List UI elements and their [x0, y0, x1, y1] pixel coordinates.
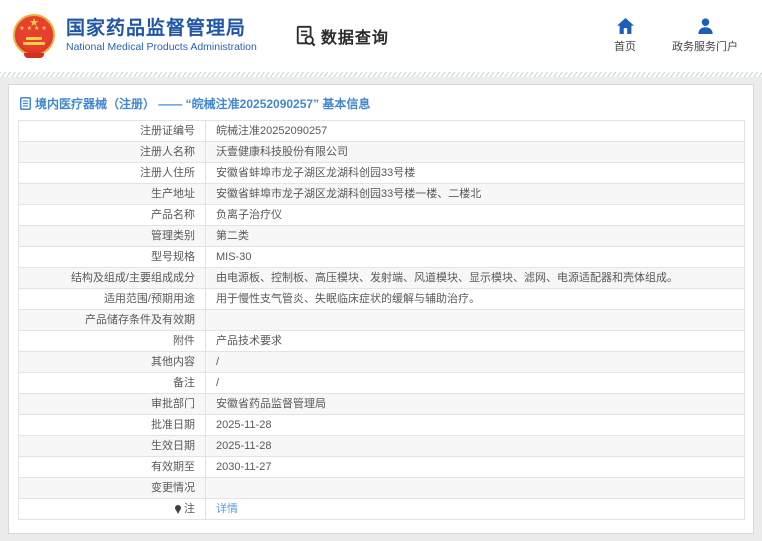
table-row: 备注/ — [19, 373, 745, 394]
row-label: 其他内容 — [19, 352, 206, 373]
row-value: / — [206, 352, 745, 373]
row-value: 产品技术要求 — [206, 331, 745, 352]
row-value: 2025-11-28 — [206, 415, 745, 436]
row-label: 管理类别 — [19, 226, 206, 247]
info-table-body: 注册证编号皖械注准20252090257注册人名称沃壹健康科技股份有限公司注册人… — [19, 121, 745, 520]
registration-info-table: 注册证编号皖械注准20252090257注册人名称沃壹健康科技股份有限公司注册人… — [18, 120, 745, 520]
row-label: 型号规格 — [19, 247, 206, 268]
nav-item-label: 政务服务门户 — [672, 38, 738, 54]
pin-icon — [175, 505, 181, 511]
table-row: 产品名称负离子治疗仪 — [19, 205, 745, 226]
row-label: 适用范围/预期用途 — [19, 289, 206, 310]
table-row: 产品储存条件及有效期 — [19, 310, 745, 331]
nav-item-label: 首页 — [614, 38, 636, 54]
breadcrumb: 境内医疗器械（注册） —— “皖械注准20252090257” 基本信息 — [9, 85, 753, 120]
table-row: 附件产品技术要求 — [19, 331, 745, 352]
row-label: 注 — [19, 499, 206, 520]
nav-item-home[interactable]: 首页 — [614, 18, 636, 54]
row-value: 安徽省药品监督管理局 — [206, 394, 745, 415]
row-value: 负离子治疗仪 — [206, 205, 745, 226]
row-value: MIS-30 — [206, 247, 745, 268]
row-label: 结构及组成/主要组成成分 — [19, 268, 206, 289]
table-row: 型号规格MIS-30 — [19, 247, 745, 268]
table-row: 变更情况 — [19, 478, 745, 499]
national-emblem-logo: ★ ★★★★ — [12, 13, 56, 59]
table-row: 有效期至2030-11-27 — [19, 457, 745, 478]
row-value: 详情 — [206, 499, 745, 520]
table-row: 适用范围/预期用途用于慢性支气管炎、失眠临床症状的缓解与辅助治疗。 — [19, 289, 745, 310]
row-label: 产品名称 — [19, 205, 206, 226]
org-title-block: 国家药品监督管理局 National Medical Products Admi… — [66, 18, 257, 54]
row-value: 安徽省蚌埠市龙子湖区龙湖科创园33号楼一楼、二楼北 — [206, 184, 745, 205]
document-icon — [20, 97, 31, 110]
header-nav: 首页 政务服务门户 — [614, 18, 742, 54]
breadcrumb-text: 境内医疗器械（注册） —— “皖械注准20252090257” 基本信息 — [35, 95, 370, 112]
row-value: 2025-11-28 — [206, 436, 745, 457]
table-row: 结构及组成/主要组成成分由电源板、控制板、高压模块、发射端、风道模块、显示模块、… — [19, 268, 745, 289]
row-value: 2030-11-27 — [206, 457, 745, 478]
user-icon — [697, 18, 714, 34]
row-label: 批准日期 — [19, 415, 206, 436]
row-value — [206, 478, 745, 499]
row-label: 审批部门 — [19, 394, 206, 415]
table-row: 生效日期2025-11-28 — [19, 436, 745, 457]
table-row: 注册人住所安徽省蚌埠市龙子湖区龙湖科创园33号楼 — [19, 163, 745, 184]
row-value: 安徽省蚌埠市龙子湖区龙湖科创园33号楼 — [206, 163, 745, 184]
row-label: 注册人名称 — [19, 142, 206, 163]
detail-link[interactable]: 详情 — [216, 503, 238, 515]
row-value: 皖械注准20252090257 — [206, 121, 745, 142]
table-row: 注册人名称沃壹健康科技股份有限公司 — [19, 142, 745, 163]
data-query-title: 数据查询 — [321, 24, 389, 48]
header: ★ ★★★★ 国家药品监督管理局 National Medical Produc… — [0, 0, 762, 72]
row-label: 备注 — [19, 373, 206, 394]
row-value: / — [206, 373, 745, 394]
table-row: 审批部门安徽省药品监督管理局 — [19, 394, 745, 415]
nav-item-portal[interactable]: 政务服务门户 — [672, 18, 738, 54]
table-row: 注册证编号皖械注准20252090257 — [19, 121, 745, 142]
row-label: 注册人住所 — [19, 163, 206, 184]
table-row: 批准日期2025-11-28 — [19, 415, 745, 436]
row-label: 产品储存条件及有效期 — [19, 310, 206, 331]
row-value: 沃壹健康科技股份有限公司 — [206, 142, 745, 163]
org-title: 国家药品监督管理局 — [66, 18, 257, 40]
data-query-section: 数据查询 — [295, 24, 389, 48]
page-background: 境内医疗器械（注册） —— “皖械注准20252090257” 基本信息 注册证… — [0, 77, 762, 541]
row-value: 第二类 — [206, 226, 745, 247]
table-row: 注详情 — [19, 499, 745, 520]
row-label: 生效日期 — [19, 436, 206, 457]
org-subtitle: National Medical Products Administration — [66, 40, 257, 54]
table-row: 生产地址安徽省蚌埠市龙子湖区龙湖科创园33号楼一楼、二楼北 — [19, 184, 745, 205]
home-icon — [617, 18, 634, 34]
row-value — [206, 310, 745, 331]
row-label: 变更情况 — [19, 478, 206, 499]
row-value: 用于慢性支气管炎、失眠临床症状的缓解与辅助治疗。 — [206, 289, 745, 310]
row-value: 由电源板、控制板、高压模块、发射端、风道模块、显示模块、滤网、电源适配器和壳体组… — [206, 268, 745, 289]
content-panel: 境内医疗器械（注册） —— “皖械注准20252090257” 基本信息 注册证… — [8, 84, 754, 534]
row-label: 附件 — [19, 331, 206, 352]
row-label: 生产地址 — [19, 184, 206, 205]
document-search-icon — [295, 25, 317, 47]
table-row: 其他内容/ — [19, 352, 745, 373]
table-row: 管理类别第二类 — [19, 226, 745, 247]
row-label: 注册证编号 — [19, 121, 206, 142]
row-label: 有效期至 — [19, 457, 206, 478]
